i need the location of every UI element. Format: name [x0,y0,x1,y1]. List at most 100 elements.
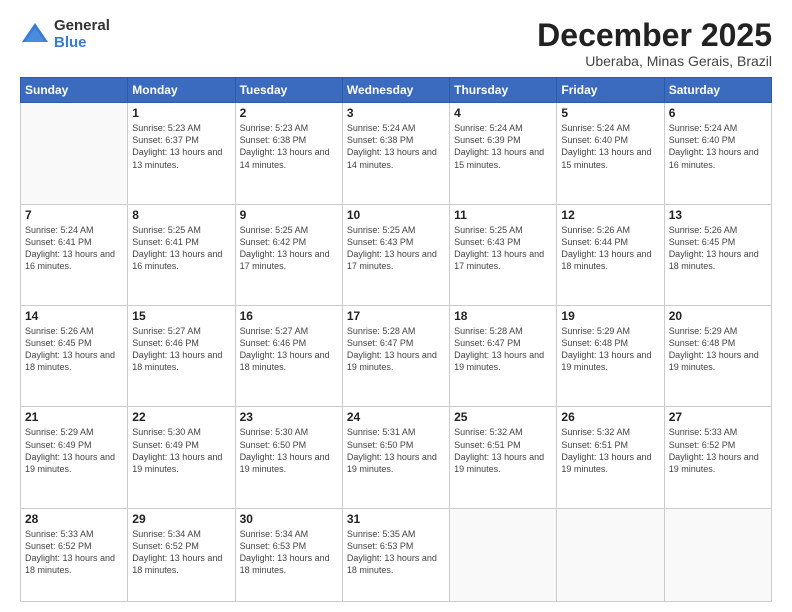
calendar-cell: 30 Sunrise: 5:34 AMSunset: 6:53 PMDayligh… [235,508,342,601]
weekday-header: Wednesday [342,78,449,103]
calendar-cell: 2 Sunrise: 5:23 AMSunset: 6:38 PMDaylight… [235,103,342,204]
weekday-header: Friday [557,78,664,103]
calendar-cell: 8Sunrise: 5:25 AMSunset: 6:41 PMDaylight… [128,204,235,305]
calendar-cell: 1 Sunrise: 5:23 AMSunset: 6:37 PMDaylight… [128,103,235,204]
calendar-week-row: 7 Sunrise: 5:24 AMSunset: 6:41 PMDaylight… [21,204,772,305]
calendar-week-row: 1 Sunrise: 5:23 AMSunset: 6:37 PMDaylight… [21,103,772,204]
calendar-cell [664,508,771,601]
cell-sun-info: Sunrise: 5:33 AMSunset: 6:52 PMDaylight:… [25,528,123,577]
cell-sun-info: Sunrise: 5:30 AMSunset: 6:49 PMDaylight:… [132,426,230,475]
cell-sun-info: Sunrise: 5:29 AMSunset: 6:48 PMDaylight:… [669,325,767,374]
cell-day-number: 28 [25,512,123,526]
cell-day-number: 20 [669,309,767,323]
cell-day-number: 11 [454,208,552,222]
title-block: December 2025 Uberaba, Minas Gerais, Bra… [537,18,772,69]
cell-sun-info: Sunrise: 5:23 AMSunset: 6:38 PMDaylight:… [240,122,338,171]
cell-sun-info: Sunrise: 5:33 AMSunset: 6:52 PMDaylight:… [669,426,767,475]
cell-sun-info: Sunrise: 5:23 AMSunset: 6:37 PMDaylight:… [132,122,230,171]
calendar-cell: 22 Sunrise: 5:30 AMSunset: 6:49 PMDayligh… [128,407,235,508]
cell-day-number: 3 [347,106,445,120]
calendar-cell: 5Sunrise: 5:24 AMSunset: 6:40 PMDaylight… [557,103,664,204]
cell-day-number: 14 [25,309,123,323]
cell-day-number: 13 [669,208,767,222]
calendar-cell: 6 Sunrise: 5:24 AMSunset: 6:40 PMDaylight… [664,103,771,204]
cell-day-number: 22 [132,410,230,424]
calendar-cell: 24Sunrise: 5:31 AMSunset: 6:50 PMDayligh… [342,407,449,508]
cell-day-number: 15 [132,309,230,323]
cell-day-number: 4 [454,106,552,120]
calendar-cell [557,508,664,601]
logo-text: General Blue [54,18,110,51]
cell-sun-info: Sunrise: 5:32 AMSunset: 6:51 PMDaylight:… [454,426,552,475]
cell-day-number: 31 [347,512,445,526]
calendar-cell: 25 Sunrise: 5:32 AMSunset: 6:51 PMDayligh… [450,407,557,508]
weekday-header: Sunday [21,78,128,103]
cell-day-number: 29 [132,512,230,526]
calendar-cell: 19Sunrise: 5:29 AMSunset: 6:48 PMDayligh… [557,306,664,407]
cell-sun-info: Sunrise: 5:25 AMSunset: 6:42 PMDaylight:… [240,224,338,273]
cell-day-number: 23 [240,410,338,424]
cell-day-number: 7 [25,208,123,222]
calendar-cell: 23 Sunrise: 5:30 AMSunset: 6:50 PMDayligh… [235,407,342,508]
calendar-cell [21,103,128,204]
cell-day-number: 25 [454,410,552,424]
calendar-week-row: 14 Sunrise: 5:26 AMSunset: 6:45 PMDayligh… [21,306,772,407]
logo-blue: Blue [54,35,110,52]
cell-sun-info: Sunrise: 5:26 AMSunset: 6:45 PMDaylight:… [25,325,123,374]
cell-sun-info: Sunrise: 5:24 AMSunset: 6:40 PMDaylight:… [561,122,659,171]
cell-day-number: 24 [347,410,445,424]
cell-day-number: 6 [669,106,767,120]
cell-day-number: 19 [561,309,659,323]
cell-day-number: 1 [132,106,230,120]
calendar-cell: 29 Sunrise: 5:34 AMSunset: 6:52 PMDayligh… [128,508,235,601]
calendar-cell: 20 Sunrise: 5:29 AMSunset: 6:48 PMDayligh… [664,306,771,407]
cell-sun-info: Sunrise: 5:24 AMSunset: 6:40 PMDaylight:… [669,122,767,171]
cell-sun-info: Sunrise: 5:30 AMSunset: 6:50 PMDaylight:… [240,426,338,475]
cell-day-number: 16 [240,309,338,323]
calendar-cell: 9 Sunrise: 5:25 AMSunset: 6:42 PMDaylight… [235,204,342,305]
calendar-cell: 10 Sunrise: 5:25 AMSunset: 6:43 PMDayligh… [342,204,449,305]
cell-sun-info: Sunrise: 5:34 AMSunset: 6:53 PMDaylight:… [240,528,338,577]
cell-sun-info: Sunrise: 5:28 AMSunset: 6:47 PMDaylight:… [347,325,445,374]
calendar-cell: 18Sunrise: 5:28 AMSunset: 6:47 PMDayligh… [450,306,557,407]
calendar-cell: 11 Sunrise: 5:25 AMSunset: 6:43 PMDayligh… [450,204,557,305]
cell-sun-info: Sunrise: 5:32 AMSunset: 6:51 PMDaylight:… [561,426,659,475]
cell-day-number: 21 [25,410,123,424]
calendar-cell: 13Sunrise: 5:26 AMSunset: 6:45 PMDayligh… [664,204,771,305]
calendar-cell: 17 Sunrise: 5:28 AMSunset: 6:47 PMDayligh… [342,306,449,407]
cell-sun-info: Sunrise: 5:27 AMSunset: 6:46 PMDaylight:… [132,325,230,374]
calendar-cell: 27Sunrise: 5:33 AMSunset: 6:52 PMDayligh… [664,407,771,508]
cell-day-number: 26 [561,410,659,424]
cell-day-number: 12 [561,208,659,222]
header: General Blue December 2025 Uberaba, Mina… [20,18,772,69]
calendar-cell [450,508,557,601]
cell-sun-info: Sunrise: 5:34 AMSunset: 6:52 PMDaylight:… [132,528,230,577]
cell-day-number: 30 [240,512,338,526]
calendar-week-row: 28 Sunrise: 5:33 AMSunset: 6:52 PMDayligh… [21,508,772,601]
page: General Blue December 2025 Uberaba, Mina… [0,0,792,612]
cell-day-number: 17 [347,309,445,323]
weekday-header: Tuesday [235,78,342,103]
weekday-header: Thursday [450,78,557,103]
cell-day-number: 9 [240,208,338,222]
cell-sun-info: Sunrise: 5:25 AMSunset: 6:43 PMDaylight:… [347,224,445,273]
logo-icon [20,20,50,50]
calendar-cell: 14 Sunrise: 5:26 AMSunset: 6:45 PMDayligh… [21,306,128,407]
calendar-cell: 12Sunrise: 5:26 AMSunset: 6:44 PMDayligh… [557,204,664,305]
cell-sun-info: Sunrise: 5:29 AMSunset: 6:49 PMDaylight:… [25,426,123,475]
weekday-header: Saturday [664,78,771,103]
cell-sun-info: Sunrise: 5:24 AMSunset: 6:39 PMDaylight:… [454,122,552,171]
cell-sun-info: Sunrise: 5:24 AMSunset: 6:41 PMDaylight:… [25,224,123,273]
cell-sun-info: Sunrise: 5:25 AMSunset: 6:41 PMDaylight:… [132,224,230,273]
cell-day-number: 10 [347,208,445,222]
calendar-cell: 15 Sunrise: 5:27 AMSunset: 6:46 PMDayligh… [128,306,235,407]
cell-day-number: 2 [240,106,338,120]
weekday-header-row: SundayMondayTuesdayWednesdayThursdayFrid… [21,78,772,103]
logo-general: General [54,18,110,35]
cell-sun-info: Sunrise: 5:25 AMSunset: 6:43 PMDaylight:… [454,224,552,273]
cell-sun-info: Sunrise: 5:27 AMSunset: 6:46 PMDaylight:… [240,325,338,374]
calendar-cell: 28 Sunrise: 5:33 AMSunset: 6:52 PMDayligh… [21,508,128,601]
calendar-cell: 3Sunrise: 5:24 AMSunset: 6:38 PMDaylight… [342,103,449,204]
calendar-cell: 31Sunrise: 5:35 AMSunset: 6:53 PMDayligh… [342,508,449,601]
calendar-week-row: 21 Sunrise: 5:29 AMSunset: 6:49 PMDayligh… [21,407,772,508]
